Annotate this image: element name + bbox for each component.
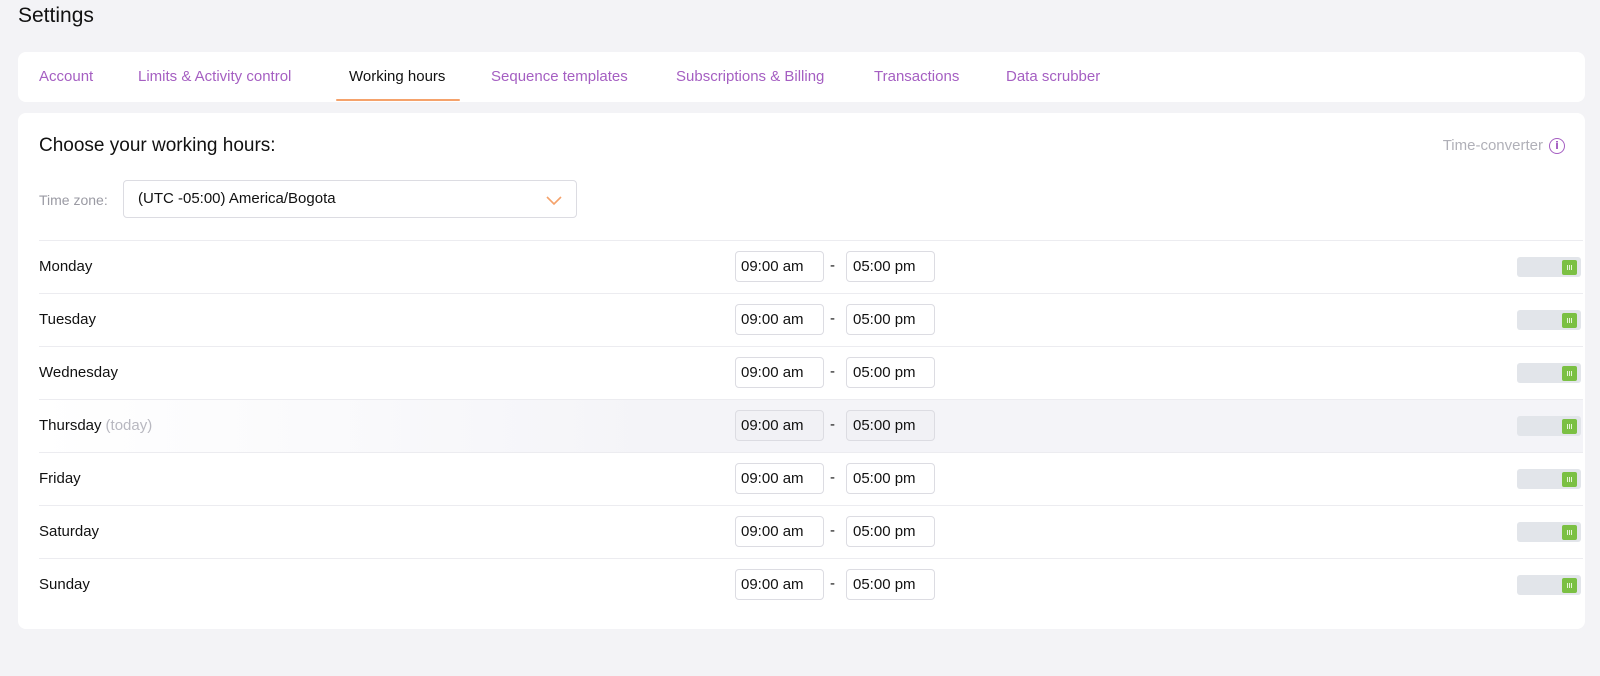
day-label: Tuesday <box>39 311 96 328</box>
day-label: Monday <box>39 258 93 275</box>
info-icon: i <box>1549 137 1565 154</box>
day-row-wednesday: Wednesday 09:00 am - 05:00 pm <box>39 346 1583 399</box>
page-title: Settings <box>18 4 94 27</box>
start-time-input[interactable]: 09:00 am <box>735 569 824 600</box>
tab-data-scrubber[interactable]: Data scrubber <box>1006 52 1100 102</box>
start-time-input[interactable]: 09:00 am <box>735 304 824 335</box>
end-time-input[interactable]: 05:00 pm <box>846 357 935 388</box>
time-converter-link[interactable]: Time-converter i <box>1443 137 1565 154</box>
time-separator: - <box>830 257 835 274</box>
toggle-knob <box>1562 260 1577 275</box>
settings-tabs: Account Limits & Activity control Workin… <box>18 52 1585 102</box>
day-row-friday: Friday 09:00 am - 05:00 pm <box>39 452 1583 505</box>
start-time-input[interactable]: 09:00 am <box>735 410 824 441</box>
day-row-tuesday: Tuesday 09:00 am - 05:00 pm <box>39 293 1583 346</box>
day-name-text: Thursday <box>39 417 102 434</box>
toggle-knob <box>1562 472 1577 487</box>
day-row-monday: Monday 09:00 am - 05:00 pm <box>39 240 1583 293</box>
time-separator: - <box>830 522 835 539</box>
day-label: Sunday <box>39 576 90 593</box>
end-time-input[interactable]: 05:00 pm <box>846 516 935 547</box>
tab-sequence-templates[interactable]: Sequence templates <box>491 52 628 102</box>
day-enabled-toggle[interactable] <box>1517 575 1581 595</box>
start-time-input[interactable]: 09:00 am <box>735 357 824 388</box>
time-separator: - <box>830 469 835 486</box>
toggle-knob <box>1562 578 1577 593</box>
tab-limits-activity-control[interactable]: Limits & Activity control <box>138 52 291 102</box>
day-label: Friday <box>39 470 81 487</box>
day-label: Saturday <box>39 523 100 540</box>
tab-working-hours[interactable]: Working hours <box>349 52 445 102</box>
day-enabled-toggle[interactable] <box>1517 416 1581 436</box>
timezone-value: (UTC -05:00) America/Bogota <box>138 190 336 207</box>
tab-account[interactable]: Account <box>39 52 93 102</box>
toggle-knob <box>1562 313 1577 328</box>
end-time-input[interactable]: 05:00 pm <box>846 410 935 441</box>
section-title: Choose your working hours: <box>39 135 276 156</box>
time-separator: - <box>830 310 835 327</box>
time-separator: - <box>830 575 835 592</box>
day-row-saturday: Saturday 09:00 am - 05:00 pm <box>39 505 1583 558</box>
timezone-label: Time zone: <box>39 192 108 208</box>
day-enabled-toggle[interactable] <box>1517 469 1581 489</box>
day-enabled-toggle[interactable] <box>1517 257 1581 277</box>
end-time-input[interactable]: 05:00 pm <box>846 304 935 335</box>
time-converter-label: Time-converter <box>1442 137 1543 154</box>
day-row-sunday: Sunday 09:00 am - 05:00 pm <box>39 558 1583 611</box>
working-days-list: Monday 09:00 am - 05:00 pm Tuesday 09:00… <box>39 240 1583 611</box>
time-separator: - <box>830 363 835 380</box>
today-tag: (today) <box>105 417 153 434</box>
end-time-input[interactable]: 05:00 pm <box>846 463 935 494</box>
start-time-input[interactable]: 09:00 am <box>735 251 824 282</box>
start-time-input[interactable]: 09:00 am <box>735 516 824 547</box>
timezone-select[interactable]: (UTC -05:00) America/Bogota <box>123 180 577 218</box>
time-separator: - <box>830 416 835 433</box>
chevron-down-icon <box>546 188 562 224</box>
tab-transactions[interactable]: Transactions <box>874 52 959 102</box>
start-time-input[interactable]: 09:00 am <box>735 463 824 494</box>
tab-subscriptions-billing[interactable]: Subscriptions & Billing <box>676 52 824 102</box>
toggle-knob <box>1562 419 1577 434</box>
end-time-input[interactable]: 05:00 pm <box>846 251 935 282</box>
day-label: Thursday (today) <box>39 417 152 434</box>
toggle-knob <box>1562 525 1577 540</box>
active-tab-indicator <box>336 99 460 101</box>
toggle-knob <box>1562 366 1577 381</box>
day-enabled-toggle[interactable] <box>1517 310 1581 330</box>
day-enabled-toggle[interactable] <box>1517 363 1581 383</box>
day-enabled-toggle[interactable] <box>1517 522 1581 542</box>
end-time-input[interactable]: 05:00 pm <box>846 569 935 600</box>
day-label: Wednesday <box>39 364 118 381</box>
day-row-thursday: Thursday (today) 09:00 am - 05:00 pm <box>39 399 1583 452</box>
working-hours-panel: Choose your working hours: Time-converte… <box>18 113 1585 629</box>
